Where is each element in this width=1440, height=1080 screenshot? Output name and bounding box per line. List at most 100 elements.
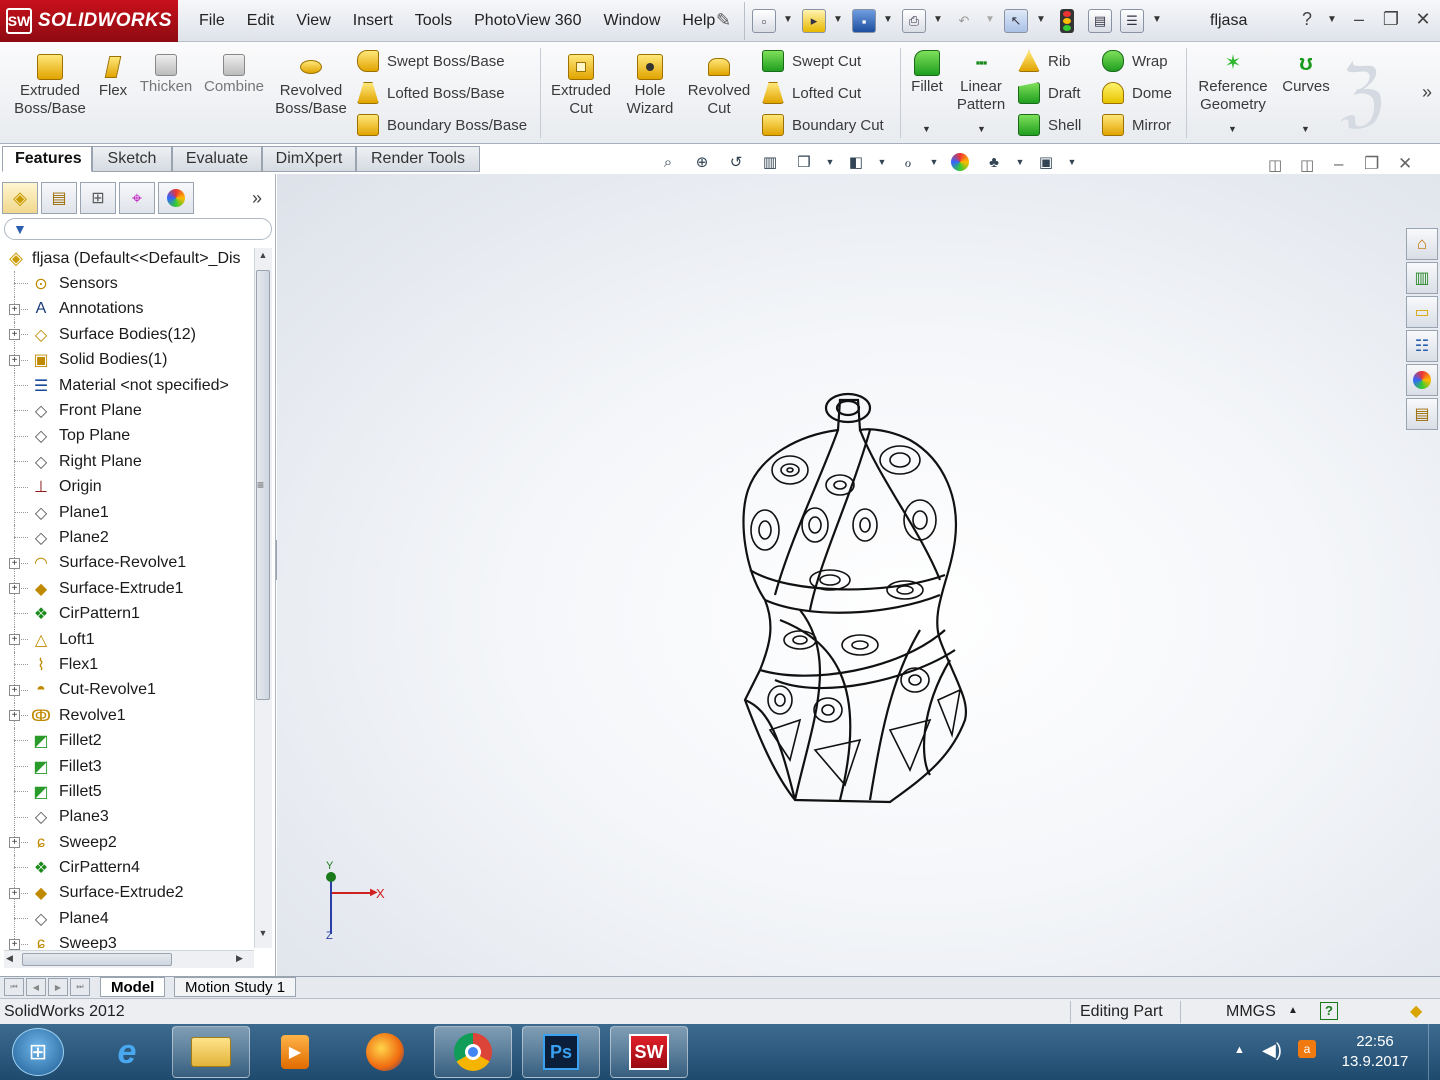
doc-close-icon[interactable]: ✕ xyxy=(1398,154,1412,174)
vase-model[interactable] xyxy=(720,380,990,820)
menu-file[interactable]: File xyxy=(188,12,236,30)
display-style-icon[interactable]: ◧ xyxy=(843,150,869,174)
tree-item[interactable]: + ◠ Surface-Revolve1 xyxy=(4,550,254,577)
boundary-boss-button[interactable]: Boundary Boss/Base xyxy=(357,112,527,138)
scroll-left-icon[interactable]: ◀ xyxy=(6,953,13,964)
undo-dropdown-icon[interactable]: ▼ xyxy=(985,14,995,25)
tree-item[interactable]: ◇ Front Plane xyxy=(4,398,254,424)
tree-item[interactable]: + ↂ Revolve1 xyxy=(4,703,254,729)
tab-model[interactable]: Model xyxy=(100,977,166,997)
more-commands-icon[interactable]: » xyxy=(1422,82,1432,103)
expand-icon[interactable]: + xyxy=(9,710,20,722)
expand-icon[interactable]: + xyxy=(9,634,20,646)
expand-icon[interactable]: + xyxy=(9,837,20,849)
solidworks-logo[interactable]: SW SOLIDWORKS xyxy=(0,0,178,42)
menu-view[interactable]: View xyxy=(285,12,341,30)
photoshop-icon[interactable]: Ps xyxy=(522,1026,600,1078)
volume-icon[interactable]: ◀) xyxy=(1262,1040,1282,1061)
shell-button[interactable]: Shell xyxy=(1018,112,1081,138)
tab-motion-study[interactable]: Motion Study 1 xyxy=(174,977,297,997)
view-settings-icon[interactable]: ▣ xyxy=(1033,150,1059,174)
expand-icon[interactable]: + xyxy=(9,303,20,315)
status-units[interactable]: MMGS xyxy=(1226,1003,1276,1021)
property-manager-tab-icon[interactable]: ▤ xyxy=(41,182,77,214)
tree-item[interactable]: ◇ Plane1 xyxy=(4,499,254,526)
tab-sketch[interactable]: Sketch xyxy=(92,146,172,172)
design-library-icon[interactable]: ▥ xyxy=(1406,262,1438,294)
combine-button[interactable]: Combine xyxy=(202,54,266,96)
custom-properties-icon[interactable]: ▤ xyxy=(1406,398,1438,430)
view-orientation-icon[interactable]: ❒ xyxy=(791,150,817,174)
extruded-cut-button[interactable]: Extruded Cut xyxy=(546,54,616,118)
print-dropdown-icon[interactable]: ▼ xyxy=(933,14,943,25)
display-manager-tab-icon[interactable] xyxy=(158,182,194,214)
scroll-up-icon[interactable]: ▲ xyxy=(256,250,270,266)
scroll-right-icon[interactable]: ▶ xyxy=(236,953,243,964)
tree-item[interactable]: ◇ Top Plane xyxy=(4,423,254,450)
prev-tab-icon[interactable]: ◀ xyxy=(26,978,46,996)
tree-item[interactable]: + ɕ Sweep3 xyxy=(4,931,254,950)
scroll-down-icon[interactable]: ▼ xyxy=(256,928,270,944)
tree-root[interactable]: ◈ fljasa (Default<<Default>_Dis xyxy=(4,246,254,271)
firefox-icon[interactable] xyxy=(346,1026,424,1078)
doc-minimize-icon[interactable]: – xyxy=(1334,154,1343,174)
feature-manager-tab-icon[interactable]: ◈ xyxy=(2,182,38,214)
tree-item[interactable]: + ɕ Sweep2 xyxy=(4,829,254,856)
tree-item[interactable]: ❖ CirPattern1 xyxy=(4,601,254,627)
tag-icon[interactable]: ◆ xyxy=(1410,1001,1422,1021)
media-player-icon[interactable]: ▶ xyxy=(256,1026,334,1078)
solidworks-taskbar-icon[interactable]: SW xyxy=(610,1026,688,1078)
options-icon[interactable]: ☰ xyxy=(1120,9,1144,33)
units-menu-icon[interactable]: ▲ xyxy=(1288,1005,1298,1016)
tab-dimxpert[interactable]: DimXpert xyxy=(262,146,356,172)
new-document-icon[interactable]: ▫ xyxy=(752,9,776,33)
zoom-to-fit-icon[interactable]: ⌕ xyxy=(655,150,681,174)
pattern-dropdown-icon[interactable]: ▼ xyxy=(977,124,986,134)
tree-item[interactable]: ◩ Fillet2 xyxy=(4,728,254,754)
horizontal-scroll-thumb[interactable] xyxy=(22,953,172,966)
mirror-button[interactable]: Mirror xyxy=(1102,112,1171,138)
panel-expand-icon[interactable]: » xyxy=(252,188,262,209)
tab-evaluate[interactable]: Evaluate xyxy=(172,146,262,172)
first-tab-icon[interactable]: ⏮ xyxy=(4,978,24,996)
view-settings-dropdown-icon[interactable]: ▼ xyxy=(1067,150,1077,174)
view-palette-icon[interactable]: ☷ xyxy=(1406,330,1438,362)
extruded-boss-button[interactable]: Extruded Boss/Base xyxy=(10,54,90,118)
tree-item[interactable]: + ◆ Surface-Extrude2 xyxy=(4,880,254,907)
expand-icon[interactable]: + xyxy=(9,887,20,899)
expand-icon[interactable]: + xyxy=(9,557,20,569)
menu-edit[interactable]: Edit xyxy=(236,12,286,30)
display-style-dropdown-icon[interactable]: ▼ xyxy=(877,150,887,174)
quick-tips-icon[interactable]: ? xyxy=(1320,1002,1338,1020)
save-icon[interactable]: ▪ xyxy=(852,9,876,33)
open-folder-icon[interactable]: ▸ xyxy=(802,9,826,33)
tree-item[interactable]: ⌇ Flex1 xyxy=(4,652,254,678)
apply-scene-icon[interactable]: ♣ xyxy=(981,150,1007,174)
options-dropdown-icon[interactable]: ▼ xyxy=(1152,14,1162,25)
tree-item[interactable]: ❖ CirPattern4 xyxy=(4,855,254,881)
tab-render-tools[interactable]: Render Tools xyxy=(356,146,480,172)
next-tab-icon[interactable]: ▶ xyxy=(48,978,68,996)
open-dropdown-icon[interactable]: ▼ xyxy=(833,14,843,25)
section-view-icon[interactable]: ▥ xyxy=(757,150,783,174)
clock[interactable]: 22:56 13.9.2017 xyxy=(1340,1032,1410,1072)
tree-item[interactable]: ☰ Material <not specified> xyxy=(4,372,254,399)
select-dropdown-icon[interactable]: ▼ xyxy=(1036,14,1046,25)
dome-button[interactable]: Dome xyxy=(1102,80,1172,106)
revolved-boss-button[interactable]: Revolved Boss/Base xyxy=(274,54,348,118)
tab-features[interactable]: Features xyxy=(2,146,92,172)
curves-button[interactable]: ʊ Curves xyxy=(1280,50,1332,96)
zoom-to-area-icon[interactable]: ⊕ xyxy=(689,150,715,174)
menu-tools[interactable]: Tools xyxy=(404,12,463,30)
undo-icon[interactable]: ↶ xyxy=(952,9,976,33)
dimxpert-manager-tab-icon[interactable]: ⌖ xyxy=(119,182,155,214)
close-icon[interactable]: ✕ xyxy=(1412,9,1434,30)
expand-icon[interactable]: + xyxy=(9,329,20,341)
tree-item[interactable]: + ◆ Surface-Extrude1 xyxy=(4,576,254,602)
flex-button[interactable]: Flex xyxy=(94,54,132,100)
show-desktop-button[interactable] xyxy=(1428,1024,1440,1080)
apply-scene-dropdown-icon[interactable]: ▼ xyxy=(1015,150,1025,174)
reference-dropdown-icon[interactable]: ▼ xyxy=(1228,124,1237,134)
view-orientation-dropdown-icon[interactable]: ▼ xyxy=(825,150,835,174)
tree-item[interactable]: ◩ Fillet5 xyxy=(4,779,254,805)
